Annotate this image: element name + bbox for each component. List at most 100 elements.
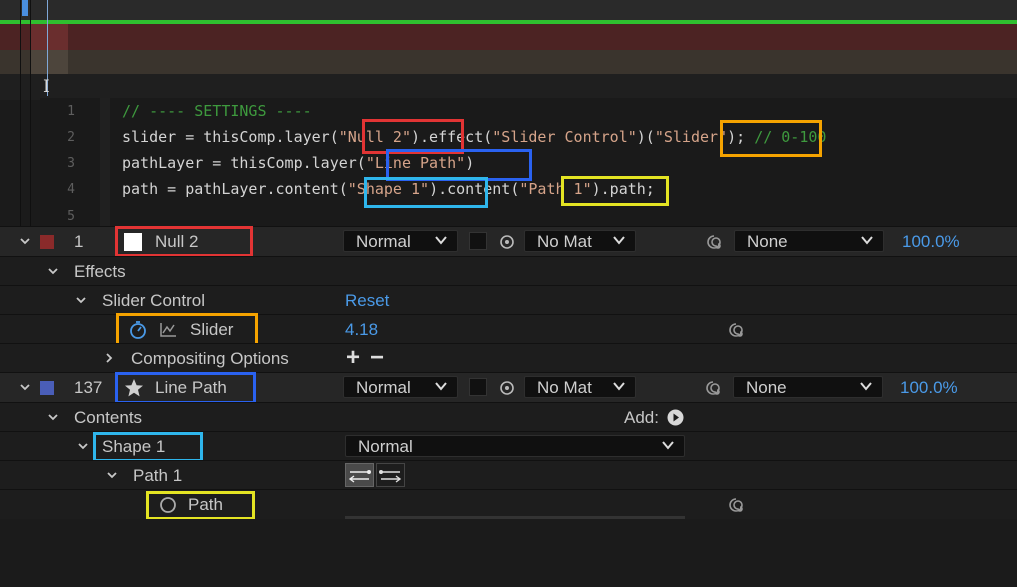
layer-color-label[interactable] <box>40 381 54 395</box>
code-line[interactable]: pathLayer = thisComp.layer("Line Path") <box>122 154 474 172</box>
editor-gutter <box>100 98 110 228</box>
code-line[interactable]: slider = thisComp.layer("Null 2").effect… <box>122 128 826 146</box>
text-cursor-icon: I <box>43 77 50 97</box>
path-property-row[interactable]: Path <box>0 489 1017 519</box>
collapse-arrow-icon[interactable] <box>48 412 58 422</box>
timeline-divider <box>30 0 31 230</box>
shape1-label[interactable]: Shape 1 <box>102 437 165 457</box>
chevron-down-icon <box>662 441 674 450</box>
line-number: 5 <box>67 209 75 224</box>
shape1-group-row[interactable]: Shape 1 Normal <box>0 431 1017 461</box>
code-line[interactable]: path = pathLayer.content("Shape 1").cont… <box>122 180 655 198</box>
add-label: Add: <box>624 408 659 427</box>
expand-arrow-icon[interactable] <box>104 353 114 363</box>
graph-editor-icon[interactable] <box>158 320 178 340</box>
layer-name[interactable]: Null 2 <box>155 232 198 252</box>
path-label: Path <box>188 495 223 514</box>
slider-property-row[interactable]: Slider 4.18 <box>0 314 1017 344</box>
stopwatch-icon[interactable] <box>158 495 178 515</box>
slider-control-row[interactable]: Slider Control Reset <box>0 285 1017 315</box>
contents-group-row[interactable]: Contents Add: <box>0 402 1017 432</box>
code-token: // 0-100 <box>754 128 827 146</box>
code-token: ); <box>727 128 755 146</box>
path-direction-reverse-icon <box>379 470 402 483</box>
layer-row-null2[interactable]: 1 Null 2 Normal No Mat None 100.0% <box>0 226 1017 256</box>
expression-pickwhip-icon[interactable] <box>726 320 746 340</box>
shape-blend-mode-dropdown[interactable]: Normal <box>345 435 685 457</box>
blend-mode-dropdown[interactable]: Normal <box>343 230 458 252</box>
path1-label[interactable]: Path 1 <box>133 466 182 486</box>
layer-bar-effect-selected <box>30 50 68 74</box>
layer-index: 137 <box>74 378 103 397</box>
reset-link[interactable]: Reset <box>345 291 389 311</box>
code-token: ) <box>465 154 475 172</box>
code-token: "Null 2" <box>338 128 411 146</box>
parent-pickwhip-icon[interactable] <box>703 378 723 398</box>
line-number: 4 <box>67 182 75 197</box>
code-line[interactable]: // ---- SETTINGS ---- <box>122 102 312 120</box>
track-matte-dropdown[interactable]: No Mat <box>524 230 636 252</box>
code-token: path = pathLayer.content( <box>122 180 348 198</box>
compositing-options-row[interactable]: Compositing Options + − <box>0 343 1017 373</box>
code-token: "Line Path" <box>365 154 466 172</box>
code-token: // ---- SETTINGS ---- <box>122 102 312 120</box>
collapse-arrow-icon[interactable] <box>20 382 30 392</box>
collapse-arrow-icon[interactable] <box>48 266 58 276</box>
layer-bar-empty <box>0 74 1017 100</box>
line-number: 2 <box>67 130 75 145</box>
path1-group-row[interactable]: Path 1 <box>0 460 1017 490</box>
track-matte-pickwhip-icon[interactable] <box>499 379 517 397</box>
code-token: pathLayer = thisComp.layer( <box>122 154 366 172</box>
blend-mode-dropdown[interactable]: Normal <box>343 376 458 398</box>
preserve-transparency-checkbox[interactable] <box>469 232 487 250</box>
opacity-value[interactable]: 100.0% <box>900 378 958 398</box>
layer-index: 1 <box>74 232 84 251</box>
preserve-transparency-checkbox[interactable] <box>469 378 487 396</box>
path-direction-normal-icon <box>348 470 371 483</box>
parent-dropdown[interactable]: None <box>733 376 883 398</box>
chevron-down-icon <box>613 236 625 245</box>
layer-bar-null[interactable] <box>0 24 1017 50</box>
collapse-arrow-icon[interactable] <box>78 441 88 451</box>
parent-pickwhip-icon[interactable] <box>704 232 724 252</box>
code-token: ).path; <box>591 180 655 198</box>
effects-group-row[interactable]: Effects <box>0 256 1017 286</box>
playhead-handle[interactable] <box>22 0 28 16</box>
parent-dropdown[interactable]: None <box>734 230 884 252</box>
opacity-value[interactable]: 100.0% <box>902 232 960 252</box>
stopwatch-icon[interactable] <box>128 320 148 340</box>
chevron-down-icon <box>435 236 447 245</box>
code-token: "Slider" <box>654 128 728 146</box>
code-token: ).content( <box>429 180 520 198</box>
track-matte-dropdown[interactable]: No Mat <box>524 376 636 398</box>
line-number: 3 <box>67 156 75 171</box>
code-token: slider = thisComp.layer( <box>122 128 339 146</box>
layer-bar-effect[interactable] <box>0 50 1017 74</box>
slider-label: Slider <box>190 320 234 339</box>
slider-value[interactable]: 4.18 <box>345 320 378 340</box>
track-matte-pickwhip-icon[interactable] <box>499 233 517 251</box>
chevron-down-icon <box>435 382 447 391</box>
slider-control-label: Slider Control <box>102 291 205 310</box>
timeline-ruler[interactable] <box>0 0 1017 20</box>
collapse-arrow-icon[interactable] <box>76 295 86 305</box>
collapse-arrow-icon[interactable] <box>107 470 117 480</box>
chevron-down-icon <box>861 236 873 245</box>
expression-pickwhip-icon[interactable] <box>726 495 746 515</box>
line-number: 1 <box>67 104 75 119</box>
collapse-arrow-icon[interactable] <box>20 236 30 246</box>
empty-panel-area <box>0 519 1017 587</box>
path-direction-normal-button[interactable] <box>345 463 374 487</box>
layer-row-linepath[interactable]: 137 Line Path Normal No Mat None 100.0% <box>0 372 1017 402</box>
code-token: )( <box>636 128 655 146</box>
add-menu-icon[interactable] <box>667 409 684 426</box>
remove-mask-button[interactable]: − <box>370 344 384 372</box>
contents-label: Contents <box>74 408 143 427</box>
code-token: "Path 1" <box>519 180 592 198</box>
layer-color-label[interactable] <box>40 235 54 249</box>
add-mask-button[interactable]: + <box>346 344 360 372</box>
path-direction-reverse-button[interactable] <box>376 463 405 487</box>
layer-name[interactable]: Line Path <box>155 378 227 398</box>
code-token: ).effect( <box>411 128 493 146</box>
chevron-down-icon <box>860 382 872 391</box>
